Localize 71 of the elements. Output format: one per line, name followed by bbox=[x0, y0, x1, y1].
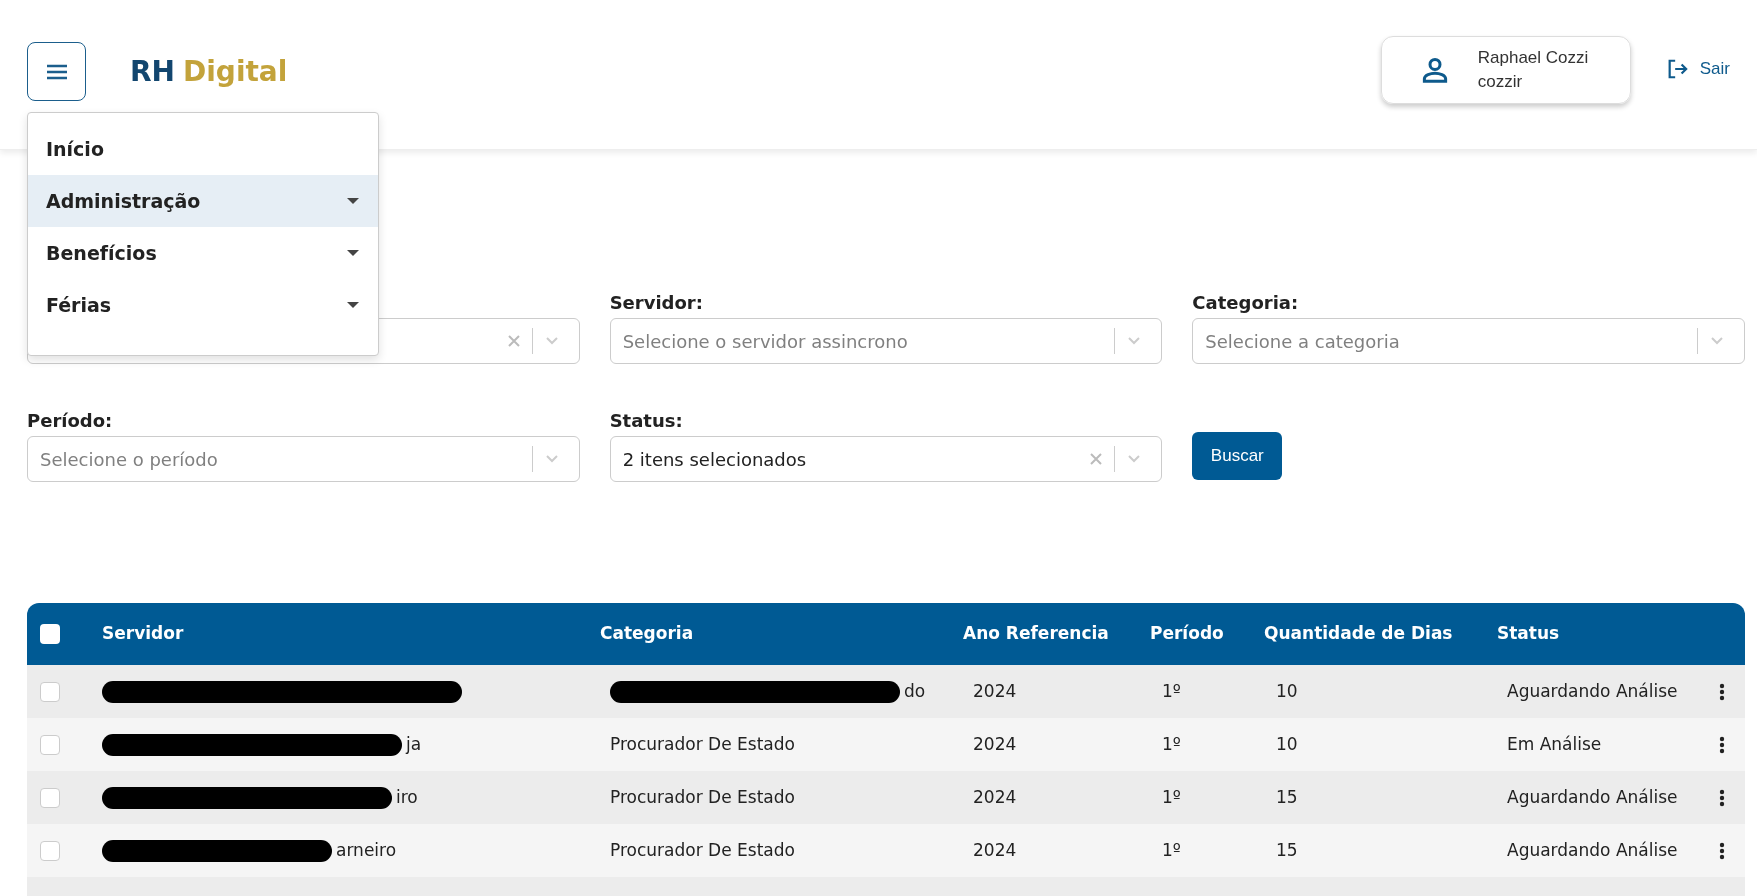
table-cell: 1º bbox=[1162, 839, 1181, 860]
chevron-down-icon bbox=[1127, 336, 1142, 346]
table-cell-text: iro bbox=[396, 785, 418, 809]
select-field[interactable]: Selecione a categoria bbox=[1192, 318, 1745, 364]
row-checkbox[interactable] bbox=[40, 681, 60, 702]
row-checkbox[interactable] bbox=[40, 787, 60, 808]
filter-label: Período: bbox=[27, 410, 113, 432]
menu-item[interactable]: Administração bbox=[28, 175, 378, 227]
row-checkbox[interactable] bbox=[40, 734, 60, 755]
select-all-checkbox[interactable] bbox=[40, 624, 60, 644]
table-cell: 15 bbox=[1276, 786, 1298, 807]
status-text: Aguardando Análise bbox=[1507, 679, 1678, 703]
table-cell: 1º bbox=[1162, 680, 1181, 701]
table-cell: 10 bbox=[1276, 733, 1298, 754]
select-placeholder: Selecione a categoria bbox=[1205, 330, 1400, 352]
caret-down-icon bbox=[346, 249, 360, 257]
table-cell: 15 bbox=[1276, 839, 1298, 860]
table-cell: 1º bbox=[1162, 786, 1181, 807]
chevron-down-icon bbox=[1127, 454, 1142, 464]
more-options-icon[interactable] bbox=[1719, 788, 1725, 807]
table-cell: 2024 bbox=[973, 839, 1017, 860]
select-field[interactable]: Selecione o período bbox=[27, 436, 580, 482]
table-cell-text: do bbox=[904, 679, 926, 703]
column-header: Quantidade de Dias bbox=[1264, 623, 1453, 644]
menu-item[interactable]: Benefícios bbox=[28, 227, 378, 279]
select-field[interactable]: Selecione o servidor assincrono bbox=[609, 318, 1163, 364]
row-checkbox[interactable] bbox=[40, 840, 60, 861]
column-header: Ano Referencia bbox=[963, 623, 1109, 644]
filter-label: Categoria: bbox=[1192, 292, 1299, 314]
table-cell-text: ja bbox=[406, 732, 422, 756]
chevron-down-icon bbox=[1710, 336, 1724, 346]
menu-button[interactable] bbox=[27, 42, 86, 101]
table-cell-text: Procurador De Estado bbox=[610, 732, 795, 756]
user-login: cozzir bbox=[1477, 70, 1524, 93]
more-options-icon[interactable] bbox=[1719, 682, 1725, 701]
filter-label: Status: bbox=[609, 410, 683, 432]
caret-down-icon bbox=[346, 197, 360, 205]
select-placeholder: Selecione o período bbox=[40, 448, 218, 470]
column-header: Categoria bbox=[600, 623, 694, 644]
table-cell-text: arneiro bbox=[336, 838, 397, 862]
clear-icon[interactable] bbox=[1090, 453, 1103, 465]
filter-label: Servidor: bbox=[609, 292, 703, 314]
column-header: Status bbox=[1497, 623, 1560, 644]
chevron-down-icon bbox=[544, 336, 559, 346]
table-cell: 2024 bbox=[973, 680, 1017, 701]
table-cell: 2024 bbox=[973, 733, 1017, 754]
status-text: Aguardando Análise bbox=[1507, 838, 1678, 862]
table-cell: 1º bbox=[1162, 733, 1181, 754]
table-cell-text: Procurador De Estado bbox=[610, 838, 795, 862]
select-placeholder: Selecione o servidor assincrono bbox=[622, 330, 908, 352]
user-name: Raphael Cozzi bbox=[1477, 46, 1589, 69]
more-options-icon[interactable] bbox=[1719, 841, 1725, 860]
status-text: Em Análise bbox=[1507, 732, 1602, 756]
select-field[interactable]: 2 itens selecionados bbox=[609, 436, 1163, 482]
status-text: Aguardando Análise bbox=[1507, 785, 1678, 809]
app-logo: RH Digital bbox=[130, 53, 288, 90]
caret-down-icon bbox=[346, 301, 360, 309]
menu-item[interactable]: Férias bbox=[28, 279, 378, 331]
chevron-down-icon bbox=[544, 454, 559, 464]
menu-item[interactable]: Início bbox=[28, 123, 378, 175]
more-options-icon[interactable] bbox=[1719, 735, 1725, 754]
logout-button[interactable]: Sair bbox=[1665, 55, 1730, 82]
select-value: 2 itens selecionados bbox=[622, 448, 807, 470]
menu-icon bbox=[44, 62, 69, 81]
table-cell: 2024 bbox=[973, 786, 1017, 807]
search-button[interactable]: Buscar bbox=[1192, 432, 1283, 480]
clear-icon[interactable] bbox=[507, 335, 520, 347]
table-cell: 10 bbox=[1276, 680, 1298, 701]
column-header: Servidor bbox=[102, 623, 184, 644]
column-header: Período bbox=[1150, 623, 1224, 644]
table-cell-text: Procurador De Estado bbox=[610, 785, 795, 809]
